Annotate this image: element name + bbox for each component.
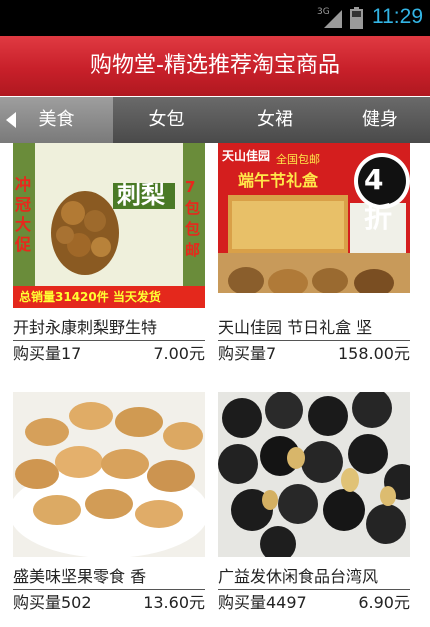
purchase-count: 购买量4497 <box>218 593 307 612</box>
signal-icon <box>324 10 342 28</box>
product-image[interactable]: 天山佳园 全国包邮 端午节礼盒 4折 <box>218 143 410 308</box>
image-discount-text: 4折 <box>364 163 393 234</box>
scroll-left-arrow-icon <box>6 112 16 128</box>
status-bar: 3G 11:29 <box>0 0 430 36</box>
image-free-shipping-text: 全国包邮 <box>276 153 320 166</box>
clock: 11:29 <box>372 5 423 28</box>
product-name[interactable]: 盛美味坚果零食 香 <box>13 565 205 589</box>
title-bar: 购物堂-精选推荐淘宝商品 <box>0 36 430 96</box>
tab-fitness[interactable]: 健身 <box>330 97 430 143</box>
battery-icon <box>350 7 363 29</box>
product-card[interactable]: 天山佳园 全国包邮 端午节礼盒 4折 天山佳园 节日礼盒 坚 购买量7 158.… <box>218 143 410 368</box>
image-shipping-text: 7包包邮 <box>185 178 201 259</box>
purchase-count: 购买量502 <box>13 593 92 612</box>
product-card[interactable]: 冲冠大促 刺梨 7包包邮 总销量31420件 当天发货 开封永康刺梨野生特 购买… <box>13 143 205 368</box>
image-brand-text: 刺梨 <box>117 181 165 209</box>
purchase-count: 购买量17 <box>13 344 82 363</box>
product-price: 6.90元 <box>358 593 410 612</box>
product-price: 158.00元 <box>338 344 410 363</box>
product-name[interactable]: 广益发休闲食品台湾风 <box>218 565 410 589</box>
tab-food[interactable]: 美食 <box>0 97 113 143</box>
image-sales-banner: 总销量31420件 当天发货 <box>19 290 161 304</box>
product-image[interactable] <box>218 392 410 557</box>
purchase-count: 购买量7 <box>218 344 277 363</box>
image-headline-text: 端午节礼盒 <box>238 171 319 190</box>
tab-skirts[interactable]: 女裙 <box>220 97 330 143</box>
product-image[interactable] <box>13 392 205 557</box>
tab-label: 女包 <box>148 109 185 130</box>
product-name[interactable]: 天山佳园 节日礼盒 坚 <box>218 316 410 340</box>
product-image[interactable]: 冲冠大促 刺梨 7包包邮 总销量31420件 当天发货 <box>13 143 205 308</box>
image-brand-text: 天山佳园 <box>222 149 271 163</box>
tab-label: 美食 <box>38 109 75 130</box>
product-price: 7.00元 <box>153 344 205 363</box>
product-image-art <box>13 143 205 308</box>
image-promo-text: 冲冠大促 <box>15 175 32 254</box>
app-title: 购物堂-精选推荐淘宝商品 <box>90 53 340 78</box>
divider <box>13 340 205 341</box>
tab-label: 健身 <box>362 109 398 130</box>
divider <box>218 589 410 590</box>
product-name[interactable]: 开封永康刺梨野生特 <box>13 316 205 340</box>
product-card[interactable]: 盛美味坚果零食 香 购买量502 13.60元 <box>13 392 205 617</box>
product-image-art <box>13 392 205 557</box>
product-card[interactable]: 广益发休闲食品台湾风 购买量4497 6.90元 <box>218 392 410 617</box>
divider <box>13 589 205 590</box>
tab-label: 女裙 <box>257 109 293 130</box>
category-tabs: 美食 女包 女裙 健身 <box>0 97 430 143</box>
divider <box>218 340 410 341</box>
product-image-art <box>218 392 410 557</box>
tab-handbags[interactable]: 女包 <box>113 97 220 143</box>
product-price: 13.60元 <box>143 593 205 612</box>
